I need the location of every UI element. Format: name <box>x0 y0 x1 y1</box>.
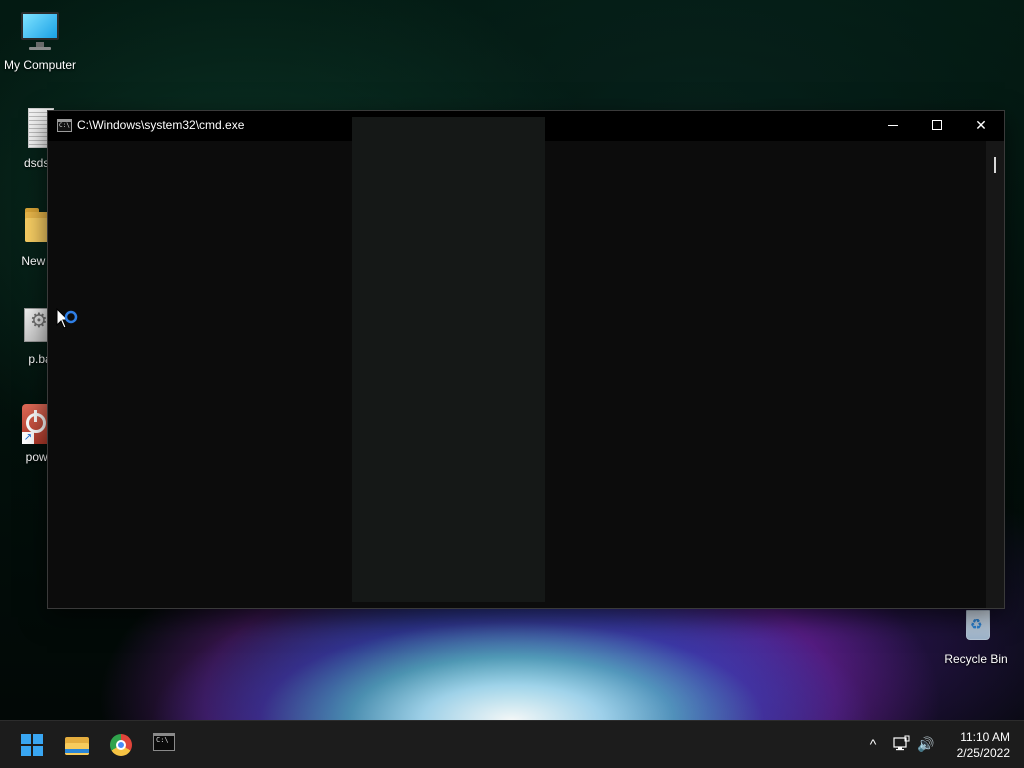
cmd-window[interactable]: C:\ C:\Windows\system32\cmd.exe ✕ <box>47 110 1005 609</box>
start-button[interactable] <box>16 729 48 761</box>
file-explorer-button[interactable] <box>61 729 93 761</box>
cmd-icon: C:\ <box>153 733 175 751</box>
close-icon: ✕ <box>975 117 987 133</box>
shortcut-arrow-icon: ↗ <box>22 432 34 444</box>
close-button[interactable]: ✕ <box>959 111 1003 141</box>
clock-date: 2/25/2022 <box>956 746 1010 760</box>
desktop-icon-my-computer[interactable]: My Computer <box>0 10 80 72</box>
window-title: C:\Windows\system32\cmd.exe <box>77 118 245 132</box>
desktop-icon-label: Recycle Bin <box>944 652 1008 666</box>
clock-time: 11:10 AM <box>960 730 1010 744</box>
minimize-icon <box>888 125 898 126</box>
recycle-bin-icon: ♻ <box>952 604 1000 648</box>
desktop-icon-label: My Computer <box>3 58 77 72</box>
monitor-icon <box>16 10 64 54</box>
chrome-button[interactable] <box>105 729 137 761</box>
scroll-thumb[interactable] <box>994 157 996 173</box>
busy-cursor-icon <box>56 308 78 329</box>
taskbar-clock[interactable]: 11:10 AM 2/25/2022 <box>944 729 1010 761</box>
show-hidden-icons-chevron-icon[interactable]: ^ <box>864 735 882 753</box>
volume-icon[interactable]: 🔊 <box>917 735 937 753</box>
maximize-button[interactable] <box>915 111 959 141</box>
cmd-icon: C:\ <box>57 119 72 132</box>
network-icon[interactable] <box>892 735 910 753</box>
taskbar: C:\ ^ 🔊 11:10 AM 2/25/2022 <box>0 720 1024 768</box>
vertical-scrollbar[interactable] <box>986 141 1004 608</box>
cmd-taskbar-button[interactable]: C:\ <box>148 729 180 761</box>
render-artifact <box>352 117 545 602</box>
maximize-icon <box>932 120 942 130</box>
minimize-button[interactable] <box>871 111 915 141</box>
desktop-icon-recycle-bin[interactable]: ♻ Recycle Bin <box>936 604 1016 666</box>
